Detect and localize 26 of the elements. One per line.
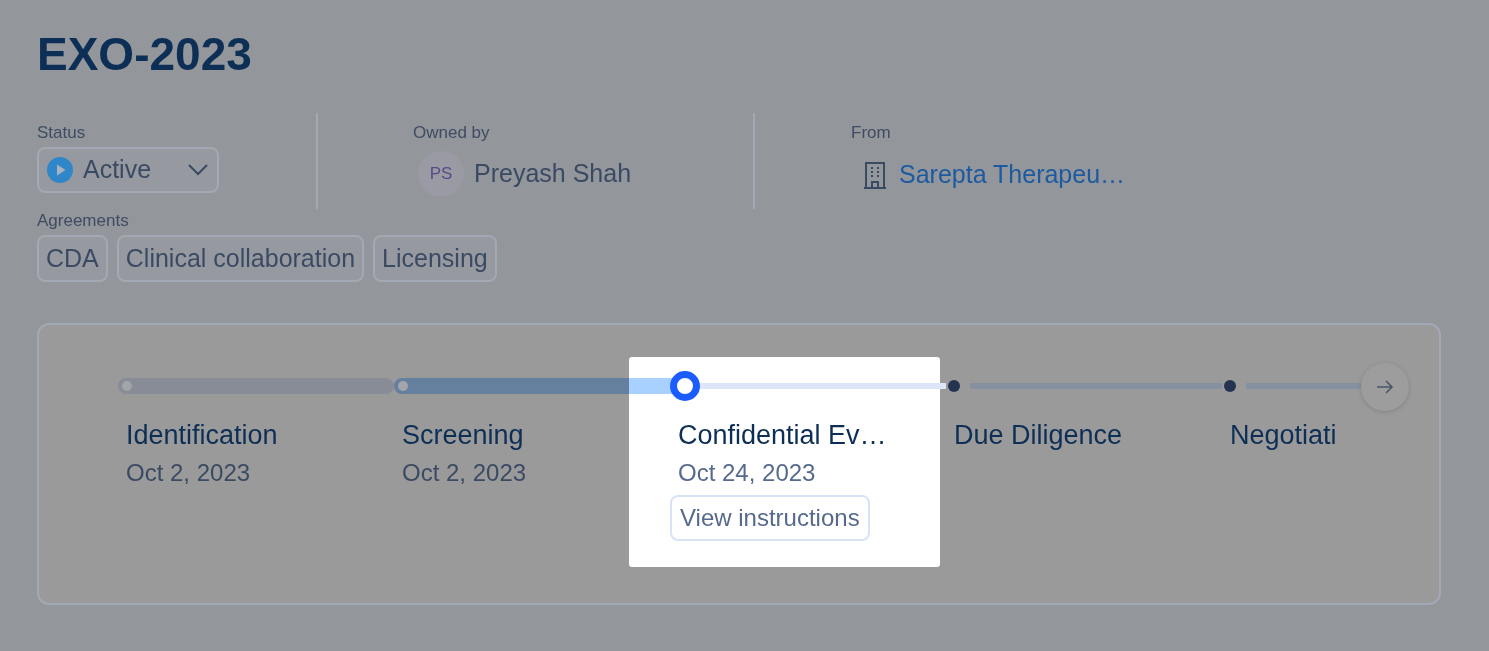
field-label: Agreements bbox=[37, 211, 130, 231]
avatar: PS bbox=[418, 151, 464, 197]
page-title: EXO-2023 bbox=[37, 27, 253, 82]
agreement-tag: CDA bbox=[37, 235, 108, 282]
agreement-tag: Licensing bbox=[373, 235, 497, 282]
stage-name: Screening bbox=[402, 419, 524, 451]
arrow-right-icon bbox=[1376, 380, 1394, 394]
stage-name: Negotiati bbox=[1230, 419, 1337, 451]
play-icon bbox=[47, 157, 73, 183]
status-dropdown[interactable]: Active bbox=[37, 147, 219, 193]
scroll-right-button[interactable] bbox=[1361, 363, 1409, 411]
chevron-down-icon bbox=[187, 163, 209, 177]
stage-name: Identification bbox=[126, 419, 278, 451]
company-link[interactable]: Sarepta Therapeu… bbox=[899, 156, 1126, 194]
agreement-tag: Clinical collaboration bbox=[116, 235, 365, 282]
view-instructions-button[interactable]: View instructions bbox=[670, 495, 870, 541]
stage-date: Oct 2, 2023 bbox=[402, 458, 527, 488]
field-label: Status bbox=[37, 123, 87, 143]
stage-name: Due Diligence bbox=[954, 419, 1123, 451]
stage-date: Oct 24, 2023 bbox=[678, 458, 816, 488]
stage-date: Oct 2, 2023 bbox=[126, 458, 251, 488]
stage-name: Confidential Ev… bbox=[678, 419, 887, 451]
owner-name: Preyash Shah bbox=[474, 158, 632, 190]
field-label: From bbox=[851, 123, 892, 143]
field-label: Owned by bbox=[413, 123, 491, 143]
building-icon bbox=[863, 160, 887, 189]
